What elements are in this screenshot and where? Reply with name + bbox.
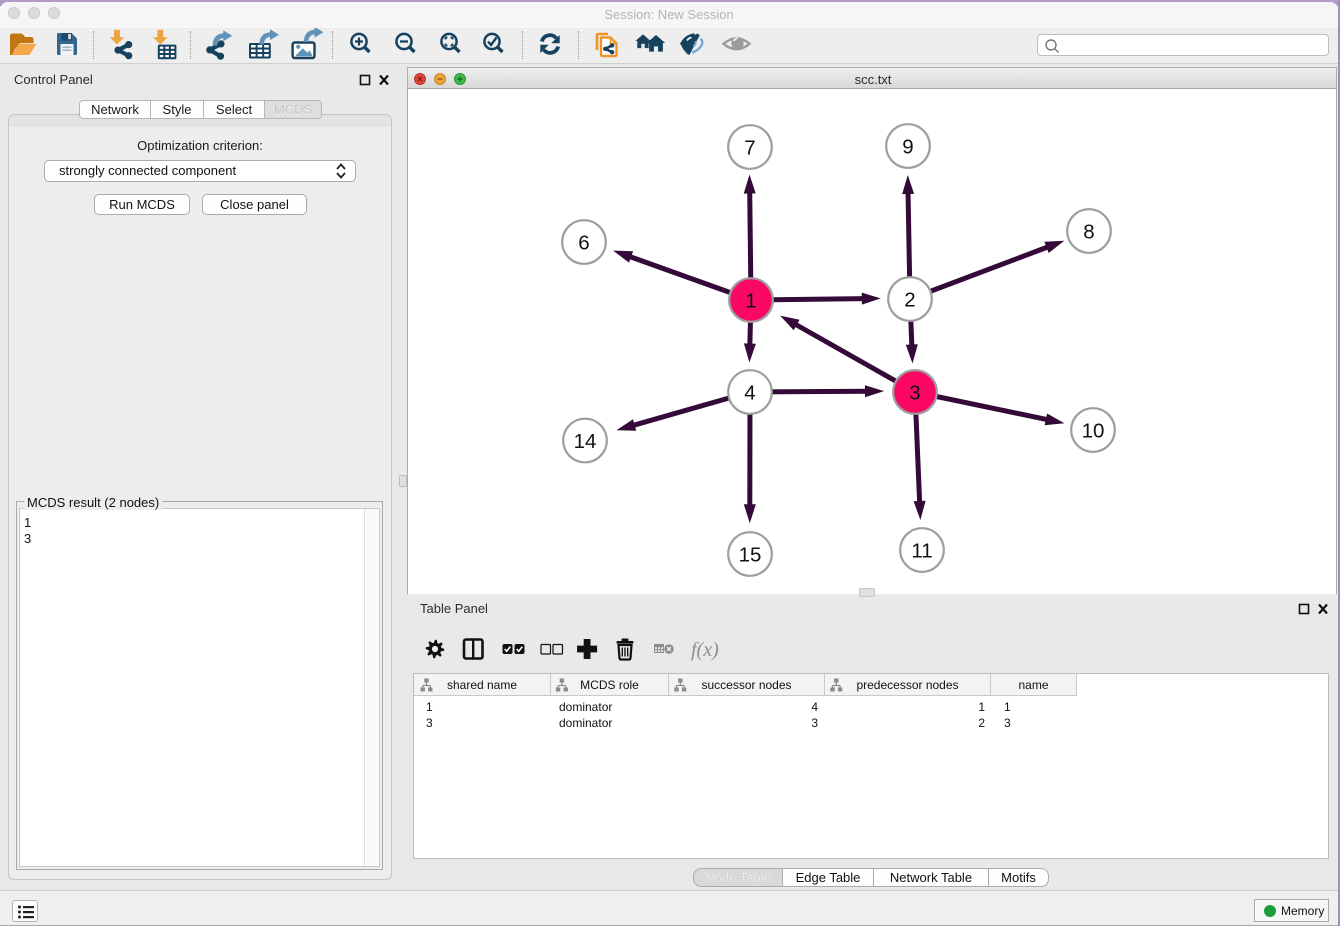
svg-text:f(x): f(x) xyxy=(691,639,719,661)
svg-text:14: 14 xyxy=(574,430,597,453)
svg-text:1: 1 xyxy=(745,289,756,312)
svg-text:9: 9 xyxy=(902,135,913,158)
svg-text:11: 11 xyxy=(911,539,932,562)
svg-text:7: 7 xyxy=(744,136,755,159)
svg-text:2: 2 xyxy=(904,288,915,311)
svg-text:3: 3 xyxy=(909,381,920,404)
svg-text:6: 6 xyxy=(578,231,589,254)
svg-text:8: 8 xyxy=(1083,220,1094,243)
svg-text:4: 4 xyxy=(744,381,755,404)
svg-text:10: 10 xyxy=(1082,419,1105,442)
svg-text:15: 15 xyxy=(739,543,762,566)
